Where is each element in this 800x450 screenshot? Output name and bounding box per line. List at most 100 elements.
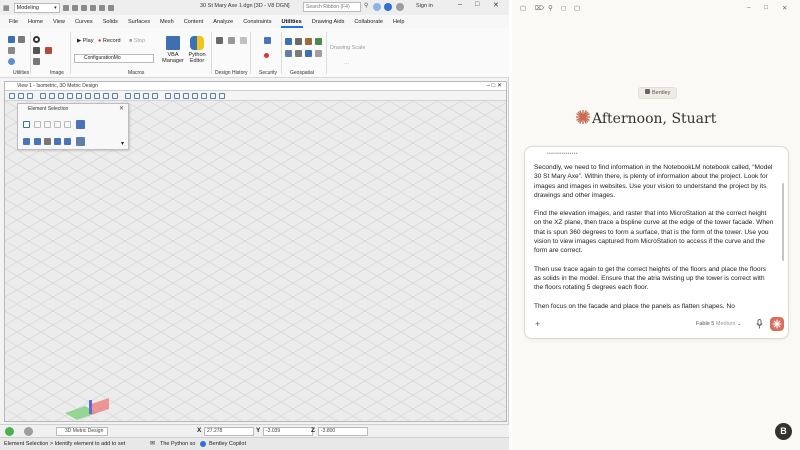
display-style-icon[interactable]	[18, 93, 24, 99]
mode-clear-icon[interactable]	[64, 138, 71, 145]
rotate-view-icon[interactable]	[85, 93, 91, 99]
copilot-icon[interactable]	[200, 441, 206, 447]
search-icon[interactable]: ⚲	[364, 2, 368, 9]
globe-icon[interactable]	[8, 58, 15, 65]
play-button[interactable]: ▶ Play	[77, 38, 93, 44]
help-icon[interactable]	[373, 3, 381, 11]
model-dropdown[interactable]: 3D Metric Design	[56, 427, 108, 436]
microphone-icon[interactable]	[756, 319, 763, 329]
view-window-controls[interactable]: – □ ✕	[487, 82, 502, 91]
vba-icon[interactable]	[166, 36, 180, 50]
close-icon[interactable]: ✕	[493, 1, 499, 9]
history-icon[interactable]	[216, 37, 223, 44]
undo-icon[interactable]	[98, 4, 105, 11]
tab-mesh[interactable]: Mesh	[159, 19, 175, 25]
view-groups-icon[interactable]	[219, 93, 225, 99]
accudraw-icon[interactable]	[5, 427, 14, 436]
digital-signature-icon[interactable]	[264, 53, 269, 58]
fit-view-icon[interactable]	[76, 93, 82, 99]
key-icon[interactable]	[18, 36, 25, 43]
minimize-icon[interactable]: –	[458, 1, 462, 8]
geo-reproject-icon[interactable]	[305, 50, 312, 57]
tab-analyze[interactable]: Analyze	[212, 19, 234, 25]
projects-icon[interactable]: ◻	[561, 4, 566, 12]
composer-scrollbar[interactable]	[782, 183, 784, 261]
sign-in-link[interactable]: Sign in	[416, 3, 433, 9]
redo-icon[interactable]	[107, 4, 114, 11]
element-selection-dialog[interactable]: Element Selection ✕ ▾	[17, 103, 129, 150]
compare-icon[interactable]	[240, 37, 247, 44]
message-input[interactable]: Secondly, we need to find information in…	[534, 163, 774, 315]
level-display-icon[interactable]	[27, 93, 33, 99]
selection-shape-icon[interactable]	[44, 121, 51, 128]
print-icon[interactable]	[89, 4, 96, 11]
geo-export-icon[interactable]	[285, 50, 292, 57]
copilot-label[interactable]: Bentley Copilot	[209, 441, 246, 447]
tab-help[interactable]: Help	[392, 19, 406, 25]
workflow-dropdown[interactable]: Modeling ▾	[13, 2, 60, 13]
geo-import-icon[interactable]	[295, 50, 302, 57]
model-selector[interactable]: Fable 5 Medium ⌄	[696, 321, 742, 327]
tab-collaborate[interactable]: Collaborate	[353, 19, 384, 25]
render-icon[interactable]	[192, 93, 198, 99]
tab-view[interactable]: View	[52, 19, 66, 25]
drawing-scale-dropdown-icon[interactable]: …	[344, 60, 350, 66]
lock-icon[interactable]	[8, 47, 15, 54]
snap-mode-icon[interactable]	[24, 427, 33, 436]
record-button[interactable]: ● Record	[98, 38, 121, 44]
window-area-icon[interactable]	[67, 93, 73, 99]
mode-subtract-icon[interactable]	[44, 138, 51, 145]
view-next-icon[interactable]	[112, 93, 118, 99]
image-edit-icon[interactable]	[45, 47, 52, 54]
geo-map-icon[interactable]	[295, 38, 302, 45]
maximize-icon[interactable]: □	[475, 1, 479, 8]
z-coordinate-field[interactable]: -3.800	[318, 427, 368, 436]
add-attachment-button[interactable]: +	[535, 319, 540, 329]
stop-button[interactable]: ■ Stop	[129, 38, 145, 44]
view-previous-icon[interactable]	[103, 93, 109, 99]
image-target-icon[interactable]	[33, 36, 40, 43]
security-icon[interactable]	[264, 37, 271, 44]
zoom-in-icon[interactable]	[49, 93, 55, 99]
tab-solids[interactable]: Solids	[102, 19, 119, 25]
selection-block-icon[interactable]	[34, 121, 41, 128]
mode-new-icon[interactable]	[23, 138, 30, 145]
mode-invert-icon[interactable]	[54, 138, 61, 145]
geo-terrain-icon[interactable]	[305, 38, 312, 45]
close-icon[interactable]: ✕	[782, 4, 787, 12]
sidebar-toggle-icon[interactable]: ▢	[520, 4, 526, 12]
selection-individual-icon[interactable]	[23, 121, 30, 128]
chats-icon[interactable]: ▢	[574, 4, 580, 12]
tab-surfaces[interactable]: Surfaces	[127, 19, 151, 25]
new-file-icon[interactable]	[62, 4, 69, 11]
account-icon[interactable]	[396, 3, 404, 11]
organization-badge[interactable]: Bentley	[638, 87, 678, 99]
view-settings-icon[interactable]	[210, 93, 216, 99]
python-editor-button[interactable]: Python Editor	[186, 52, 208, 64]
floating-app-button[interactable]: B	[775, 423, 792, 440]
selection-line-icon[interactable]	[54, 121, 61, 128]
search-icon[interactable]: ⚲	[548, 4, 553, 12]
geo-settings-icon[interactable]	[315, 50, 322, 57]
message-icon[interactable]: ✉	[150, 440, 155, 447]
clip-volume-icon[interactable]	[125, 93, 131, 99]
standard-views-icon[interactable]	[165, 93, 171, 99]
chevron-down-icon[interactable]: ▾	[121, 140, 124, 147]
view-rotation-icon[interactable]	[174, 93, 180, 99]
zoom-out-icon[interactable]	[58, 93, 64, 99]
pan-view-icon[interactable]	[94, 93, 100, 99]
vba-manager-button[interactable]: VBA Manager	[162, 52, 184, 64]
tab-content[interactable]: Content	[183, 19, 205, 25]
select-all-icon[interactable]	[76, 120, 85, 129]
save-icon[interactable]	[80, 4, 87, 11]
raster-icon[interactable]	[33, 47, 40, 54]
history-panel-icon[interactable]	[228, 37, 235, 44]
tab-drawing-aids[interactable]: Drawing Aids	[311, 19, 346, 25]
acs-icon[interactable]	[183, 93, 189, 99]
y-coordinate-field[interactable]: -3.039	[263, 427, 313, 436]
drawing-scale-button[interactable]: Drawing Scale	[330, 45, 365, 51]
saved-views-icon[interactable]	[152, 93, 158, 99]
tab-home[interactable]: Home	[27, 19, 44, 25]
maximize-icon[interactable]: □	[764, 4, 768, 11]
geo-coordinate-icon[interactable]	[285, 38, 292, 45]
